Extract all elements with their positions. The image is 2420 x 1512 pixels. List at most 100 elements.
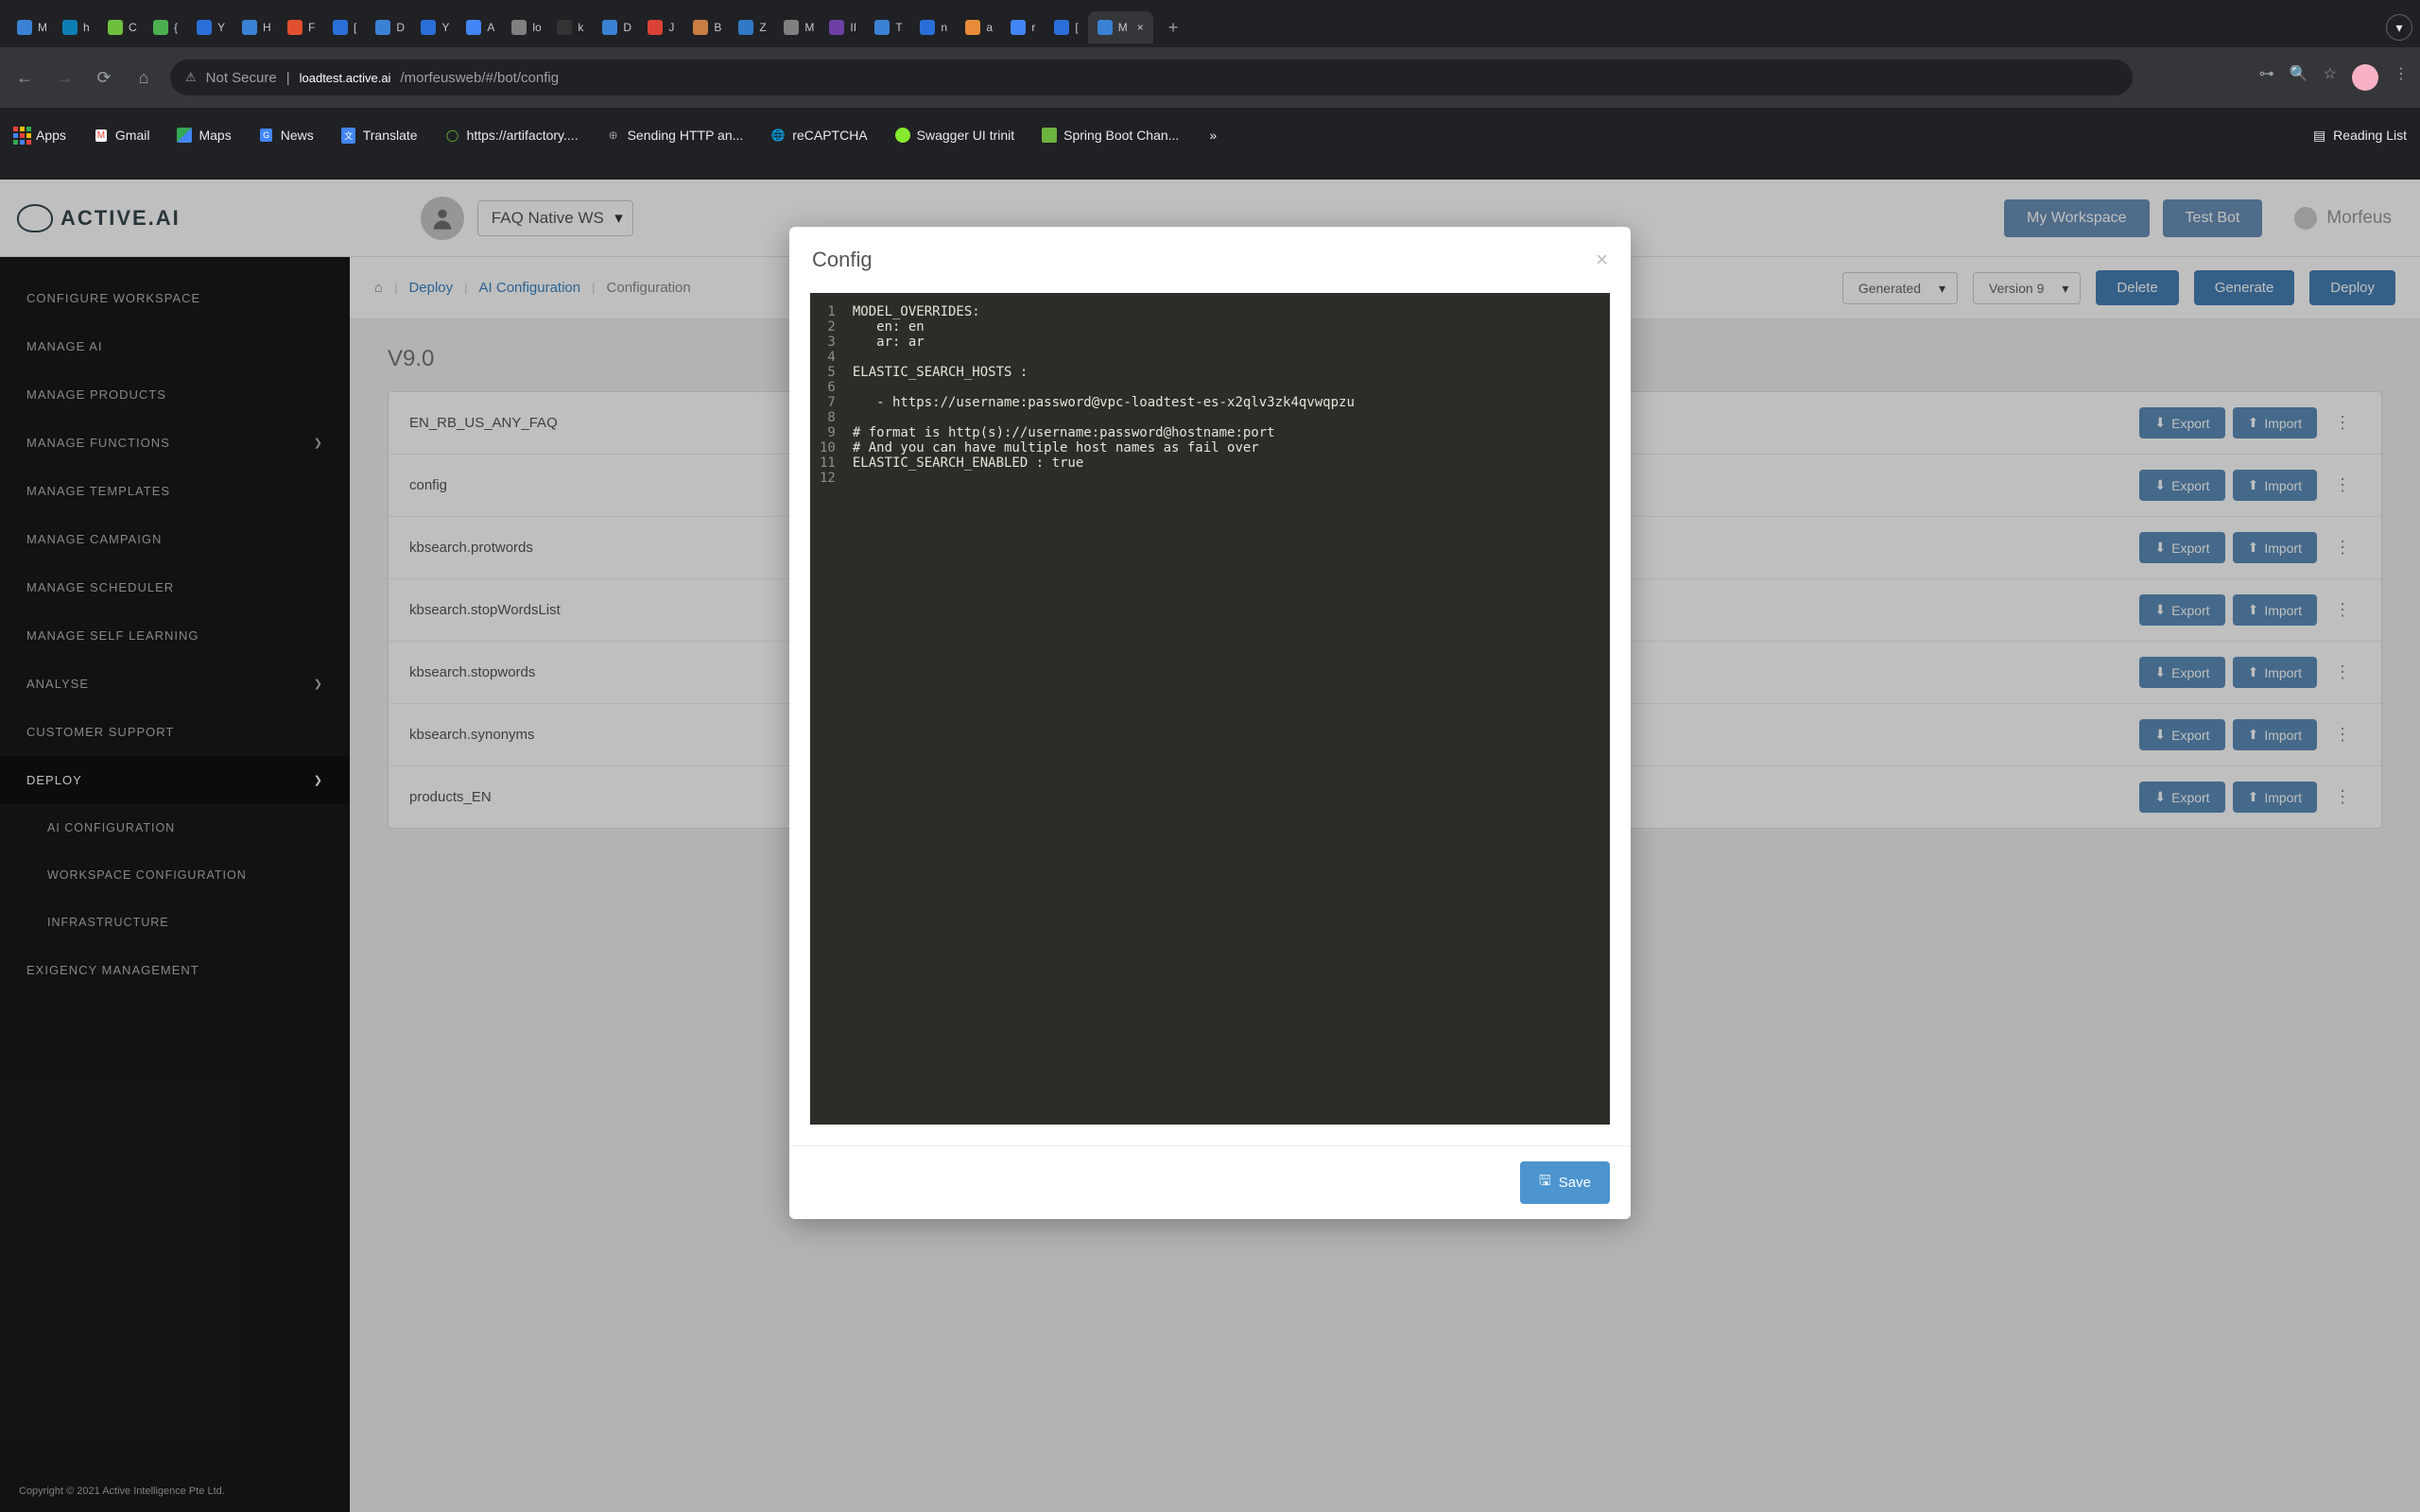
bookmark-item[interactable]: Apps — [13, 127, 66, 144]
browser-tab[interactable]: a — [956, 11, 1001, 43]
browser-tab[interactable]: C — [98, 11, 144, 43]
tab-label: [ — [354, 21, 356, 34]
browser-tab[interactable]: lo — [502, 11, 547, 43]
bookmark-icon: 文 — [340, 127, 357, 144]
save-label: Save — [1559, 1175, 1591, 1191]
tab-profile-icon[interactable]: ▾ — [2386, 14, 2412, 41]
line-number: 10 — [820, 440, 836, 455]
address-bar[interactable]: ⚠ Not Secure | loadtest.active.ai/morfeu… — [170, 60, 2133, 95]
code-content[interactable]: MODEL_OVERRIDES: en: en ar: ar ELASTIC_S… — [845, 293, 1362, 1125]
bookmark-label: Translate — [363, 128, 418, 143]
browser-tab[interactable]: D — [593, 11, 638, 43]
modal-backdrop[interactable]: Config × 123456789101112 MODEL_OVERRIDES… — [0, 180, 2420, 1512]
bookmark-icon: 🌐 — [769, 127, 786, 144]
line-number: 9 — [820, 425, 836, 440]
browser-tab[interactable]: F — [278, 11, 323, 43]
browser-tab[interactable]: Z — [729, 11, 774, 43]
address-row: ← → ⟳ ⌂ ⚠ Not Secure | loadtest.active.a… — [0, 47, 2420, 108]
save-button[interactable]: 🖫 Save — [1520, 1161, 1610, 1204]
tab-favicon-icon — [829, 20, 844, 35]
bookmark-item[interactable]: Maps — [176, 127, 231, 144]
tab-label: Y — [217, 21, 225, 34]
browser-tab[interactable]: D — [366, 11, 411, 43]
browser-tab[interactable]: k — [547, 11, 593, 43]
bookmark-label: https://artifactory.... — [467, 128, 579, 143]
url-pipe: | — [286, 70, 290, 86]
tab-label: lo — [532, 21, 541, 34]
tab-label: a — [986, 21, 993, 34]
star-icon[interactable]: ☆ — [2324, 64, 2337, 91]
bookmark-label: reCAPTCHA — [792, 128, 867, 143]
browser-tab[interactable]: II — [820, 11, 865, 43]
back-button[interactable]: ← — [11, 68, 38, 88]
browser-tab[interactable]: B — [683, 11, 729, 43]
home-button[interactable]: ⌂ — [130, 68, 157, 88]
modal-header: Config × — [789, 227, 1631, 293]
profile-avatar-icon[interactable] — [2352, 64, 2378, 91]
browser-tab[interactable]: Y — [411, 11, 457, 43]
line-number: 1 — [820, 304, 836, 319]
browser-tab[interactable]: r — [1001, 11, 1045, 43]
bookmark-label: Swagger UI trinit — [917, 128, 1014, 143]
browser-tab[interactable]: M — [8, 11, 53, 43]
bookmark-label: Spring Boot Chan... — [1063, 128, 1179, 143]
browser-tab[interactable]: M× — [1088, 11, 1153, 43]
bookmark-item[interactable]: Spring Boot Chan... — [1041, 127, 1179, 144]
browser-tab[interactable]: [ — [1045, 11, 1087, 43]
tab-favicon-icon — [784, 20, 799, 35]
search-icon[interactable]: 🔍 — [2290, 64, 2308, 91]
tab-label: { — [174, 21, 178, 34]
save-icon: 🖫 — [1539, 1171, 1551, 1194]
tab-label: D — [623, 21, 631, 34]
modal-close-button[interactable]: × — [1596, 248, 1608, 272]
code-editor[interactable]: 123456789101112 MODEL_OVERRIDES: en: en … — [810, 293, 1610, 1125]
tab-label: Z — [759, 21, 766, 34]
browser-tab[interactable]: H — [233, 11, 278, 43]
bookmark-item[interactable]: 文 Translate — [340, 127, 418, 144]
bookmark-label: Sending HTTP an... — [628, 128, 744, 143]
modal-body: 123456789101112 MODEL_OVERRIDES: en: en … — [789, 293, 1631, 1145]
tab-label: T — [895, 21, 902, 34]
tab-favicon-icon — [17, 20, 32, 35]
line-number: 2 — [820, 319, 836, 335]
bookmark-item[interactable]: MGmail — [93, 127, 150, 144]
bookmark-icon — [894, 127, 911, 144]
bookmarks-overflow-icon[interactable]: » — [1209, 128, 1217, 143]
browser-tab[interactable]: h — [53, 11, 98, 43]
bookmark-item[interactable]: ◯https://artifactory.... — [444, 127, 579, 144]
browser-tab[interactable]: A — [457, 11, 502, 43]
forward-button[interactable]: → — [51, 68, 78, 88]
address-actions: ⊶ 🔍 ☆ ⋮ — [2259, 64, 2409, 91]
browser-tab[interactable]: n — [910, 11, 956, 43]
tab-favicon-icon — [920, 20, 935, 35]
browser-tab[interactable]: { — [144, 11, 187, 43]
bookmark-item[interactable]: ⊕ Sending HTTP an... — [605, 127, 744, 144]
browser-tab[interactable]: Y — [187, 11, 233, 43]
browser-tab[interactable]: M — [774, 11, 820, 43]
tab-favicon-icon — [511, 20, 527, 35]
tab-label: M — [38, 21, 47, 34]
browser-tab[interactable]: T — [865, 11, 910, 43]
tab-label: [ — [1075, 21, 1078, 34]
line-number: 12 — [820, 471, 836, 486]
bookmark-item[interactable]: 🌐 reCAPTCHA — [769, 127, 867, 144]
browser-tab[interactable]: J — [638, 11, 683, 43]
chrome-menu-icon[interactable]: ⋮ — [2394, 64, 2409, 91]
browser-chrome: MhC{YHF[DYAlokDJBZMIITnar[M× + ▾ ← → ⟳ ⌂… — [0, 0, 2420, 180]
reload-button[interactable]: ⟳ — [91, 68, 117, 88]
tab-favicon-icon — [557, 20, 572, 35]
bookmark-icon — [13, 127, 30, 144]
tab-favicon-icon — [197, 20, 212, 35]
bookmark-icon: ⊕ — [605, 127, 622, 144]
bookmark-item[interactable]: Swagger UI trinit — [894, 127, 1014, 144]
key-icon[interactable]: ⊶ — [2259, 64, 2274, 91]
reading-list-button[interactable]: ▤ Reading List — [2313, 128, 2407, 144]
tab-favicon-icon — [287, 20, 302, 35]
line-gutter: 123456789101112 — [810, 293, 845, 1125]
bookmark-item[interactable]: GNews — [258, 127, 314, 144]
browser-tab[interactable]: [ — [323, 11, 366, 43]
config-modal: Config × 123456789101112 MODEL_OVERRIDES… — [789, 227, 1631, 1219]
tab-close-icon[interactable]: × — [1137, 21, 1144, 34]
tab-label: h — [83, 21, 90, 34]
new-tab-button[interactable]: + — [1157, 12, 1190, 43]
